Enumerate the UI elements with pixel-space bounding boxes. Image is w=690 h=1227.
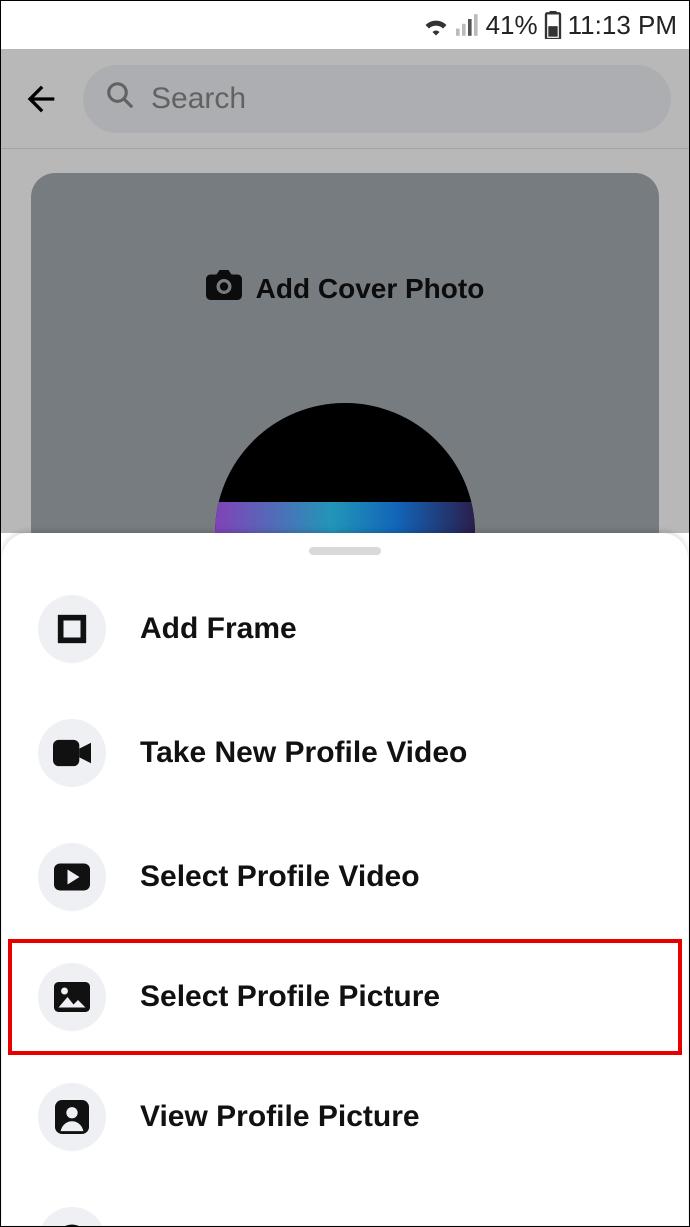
sheet-handle[interactable] [309,547,381,555]
option-take-profile-video[interactable]: Take New Profile Video [2,691,688,815]
camera-icon [206,269,242,308]
play-icon [38,843,106,911]
battery-percent: 41% [486,10,538,41]
video-camera-icon [38,719,106,787]
frame-icon [38,595,106,663]
cover-label-text: Add Cover Photo [256,273,485,305]
back-button[interactable] [19,77,63,121]
signal-icon [456,14,480,36]
option-view-profile-picture[interactable]: View Profile Picture [2,1055,688,1179]
battery-icon [544,11,562,39]
option-label: Select Profile Picture [140,980,440,1014]
avatar-icon [38,1207,106,1227]
person-icon [38,1083,106,1151]
search-placeholder: Search [151,82,246,116]
profile-picture[interactable] [215,403,475,533]
wifi-icon [422,14,450,36]
option-label: Add Frame [140,612,297,646]
option-label: View Profile Picture [140,1100,420,1134]
search-input[interactable]: Search [83,65,671,133]
search-icon [105,80,135,118]
picture-icon [38,963,106,1031]
background-dimmed: Search Add Cover Photo [1,49,689,533]
add-cover-photo[interactable]: Add Cover Photo [31,173,659,533]
option-select-profile-video[interactable]: Select Profile Video [2,815,688,939]
option-label: Select Profile Video [140,860,420,894]
clock: 11:13 PM [568,10,677,41]
option-select-profile-picture[interactable]: Select Profile Picture [8,939,682,1055]
option-make-avatar-profile-picture[interactable]: Make Avatar Profile Picture [2,1179,688,1227]
option-label: Take New Profile Video [140,736,467,770]
option-add-frame[interactable]: Add Frame [2,567,688,691]
profile-options-sheet: Add Frame Take New Profile Video Select … [2,533,688,1225]
status-bar: 41% 11:13 PM [1,1,689,49]
